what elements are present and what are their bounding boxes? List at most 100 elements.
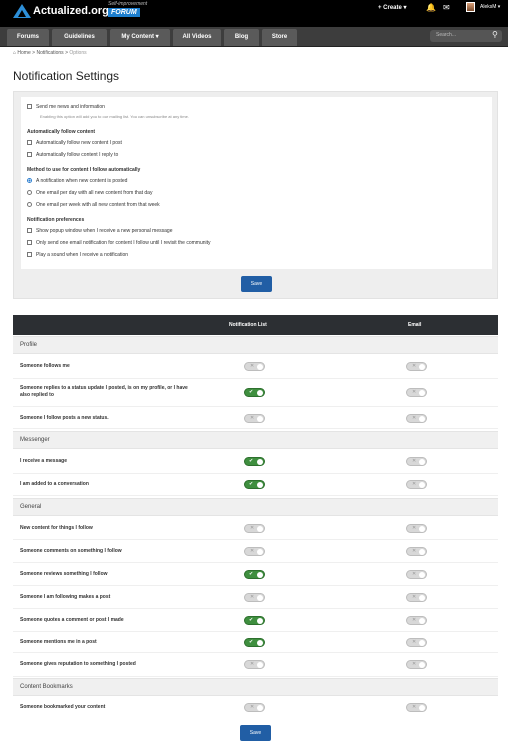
table-row: Someone mentions me in a post ✔ ✕ (13, 632, 498, 653)
pref-one-email-option[interactable]: Only send one email notification for con… (27, 240, 211, 246)
logo-triangle-icon (13, 4, 31, 18)
email-toggle[interactable]: ✕ (406, 457, 427, 466)
group-label: Messenger (20, 437, 50, 443)
save-button[interactable]: Save (241, 276, 272, 292)
breadcrumb-home[interactable]: ⌂ Home (13, 50, 31, 56)
search-icon[interactable]: ⚲ (492, 30, 498, 39)
page-title: Notification Settings (13, 69, 120, 83)
group-header-profile: Profile (13, 336, 498, 354)
top-header: Actualized.org Self-improvement FORUM + … (0, 0, 508, 27)
toggle-mark-icon: ✕ (250, 363, 255, 369)
toggle-mark-icon: ✕ (412, 617, 417, 623)
table-row: I am added to a conversation ✔ ✕ (13, 474, 498, 496)
auto-follow-post-option[interactable]: Automatically follow new content I post (27, 140, 122, 146)
toggle-knob (257, 482, 263, 488)
list-toggle[interactable]: ✔ (244, 570, 265, 579)
bell-icon[interactable]: 🔔 (426, 3, 436, 12)
pref-one-email-checkbox[interactable] (27, 240, 32, 246)
group-header-bookmarks: Content Bookmarks (13, 678, 498, 696)
email-toggle[interactable]: ✕ (406, 703, 427, 712)
email-toggle[interactable]: ✕ (406, 388, 427, 397)
toggle-mark-icon: ✕ (412, 525, 417, 531)
list-toggle[interactable]: ✔ (244, 638, 265, 647)
tab-guidelines[interactable]: Guidelines (52, 29, 107, 46)
table-row: Someone follows me ✕ ✕ (13, 355, 498, 379)
toggle-knob (419, 459, 425, 465)
list-toggle[interactable]: ✔ (244, 388, 265, 397)
toggle-mark-icon: ✕ (412, 458, 417, 464)
toggle-mark-icon: ✕ (412, 661, 417, 667)
list-toggle[interactable]: ✔ (244, 457, 265, 466)
list-toggle[interactable]: ✕ (244, 362, 265, 371)
table-row: Someone gives reputation to something I … (13, 653, 498, 677)
news-option[interactable]: Send me news and information (27, 104, 105, 110)
logo-forum-badge: FORUM (108, 8, 140, 17)
method-weekly-option[interactable]: One email per week with all new content … (27, 202, 160, 208)
toggle-knob (257, 662, 263, 668)
row-label: Someone follows me (20, 363, 70, 369)
method-daily-radio[interactable] (27, 190, 32, 196)
user-menu[interactable]: AleksM ▾ (480, 4, 500, 10)
pref-sound-option[interactable]: Play a sound when I receive a notificati… (27, 252, 128, 258)
list-toggle[interactable]: ✕ (244, 703, 265, 712)
tab-store[interactable]: Store (262, 29, 297, 46)
prefs-heading: Notification preferences (27, 217, 85, 223)
toggle-knob (419, 640, 425, 646)
email-toggle[interactable]: ✕ (406, 480, 427, 489)
tab-my-content[interactable]: My Content ▾ (110, 29, 170, 46)
pref-popup-option[interactable]: Show popup window when I receive a new p… (27, 228, 172, 234)
email-toggle[interactable]: ✕ (406, 660, 427, 669)
toggle-knob (257, 416, 263, 422)
toggle-knob (257, 618, 263, 624)
method-immediate-radio[interactable] (27, 178, 32, 184)
method-weekly-label: One email per week with all new content … (36, 202, 160, 208)
breadcrumb-notifications[interactable]: Notifications (36, 50, 63, 56)
news-hint: Enabling this option will add you to our… (40, 114, 189, 119)
toggle-mark-icon: ✕ (412, 704, 417, 710)
list-toggle[interactable]: ✕ (244, 524, 265, 533)
email-toggle[interactable]: ✕ (406, 362, 427, 371)
email-toggle[interactable]: ✕ (406, 638, 427, 647)
list-toggle[interactable]: ✔ (244, 480, 265, 489)
method-daily-option[interactable]: One email per day with all new content f… (27, 190, 152, 196)
news-checkbox[interactable] (27, 104, 32, 110)
toggle-knob (257, 364, 263, 370)
group-header-general: General (13, 498, 498, 516)
save-table-button[interactable]: Save (240, 725, 271, 741)
row-label: Someone I follow posts a new status. (20, 415, 109, 421)
toggle-mark-icon: ✕ (412, 639, 417, 645)
avatar[interactable] (466, 2, 475, 12)
auto-follow-reply-checkbox[interactable] (27, 152, 32, 158)
list-toggle[interactable]: ✕ (244, 414, 265, 423)
toggle-mark-icon: ✕ (250, 548, 255, 554)
breadcrumb-separator: > (65, 50, 68, 56)
list-toggle[interactable]: ✔ (244, 616, 265, 625)
email-toggle[interactable]: ✕ (406, 414, 427, 423)
list-toggle[interactable]: ✕ (244, 547, 265, 556)
email-toggle[interactable]: ✕ (406, 524, 427, 533)
email-toggle[interactable]: ✕ (406, 616, 427, 625)
auto-follow-post-label: Automatically follow new content I post (36, 140, 122, 146)
pref-sound-checkbox[interactable] (27, 252, 32, 258)
toggle-mark-icon: ✕ (412, 389, 417, 395)
tab-forums[interactable]: Forums (7, 29, 49, 46)
main-nav: Forums Guidelines My Content ▾ All Video… (0, 27, 508, 47)
list-toggle[interactable]: ✕ (244, 593, 265, 602)
create-menu-button[interactable]: + Create ▾ (378, 4, 407, 11)
search-input[interactable]: Search... ⚲ (430, 30, 502, 42)
method-weekly-radio[interactable] (27, 202, 32, 208)
auto-follow-post-checkbox[interactable] (27, 140, 32, 146)
email-toggle[interactable]: ✕ (406, 547, 427, 556)
method-heading: Method to use for content I follow autom… (27, 167, 141, 173)
email-toggle[interactable]: ✕ (406, 593, 427, 602)
list-toggle[interactable]: ✕ (244, 660, 265, 669)
news-label: Send me news and information (36, 104, 105, 110)
method-immediate-option[interactable]: A notification when new content is poste… (27, 178, 127, 184)
mail-icon[interactable]: ✉ (443, 3, 450, 12)
auto-follow-reply-option[interactable]: Automatically follow content I reply to (27, 152, 118, 158)
tab-blog[interactable]: Blog (224, 29, 259, 46)
row-label: Someone quotes a comment or post I made (20, 617, 124, 623)
pref-popup-checkbox[interactable] (27, 228, 32, 234)
email-toggle[interactable]: ✕ (406, 570, 427, 579)
tab-all-videos[interactable]: All Videos (173, 29, 221, 46)
